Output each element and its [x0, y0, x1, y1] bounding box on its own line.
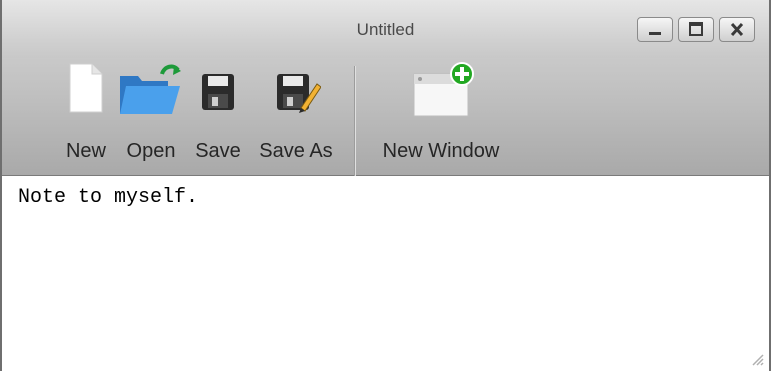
blank-document-icon	[69, 63, 103, 113]
new-window-label: New Window	[382, 140, 500, 162]
folder-open-icon	[120, 64, 181, 114]
new-label: New	[65, 140, 107, 162]
toolbar: New Open Save Save As New Window	[2, 58, 769, 176]
new-button[interactable]: New	[58, 58, 114, 175]
window-plus-icon	[413, 62, 474, 117]
toolbar-separator	[354, 66, 355, 176]
text-editor[interactable]: Note to myself.	[2, 176, 769, 371]
maximize-button[interactable]	[678, 17, 714, 42]
open-label: Open	[126, 140, 176, 162]
open-button[interactable]: Open	[118, 58, 184, 175]
title-bar[interactable]: Untitled	[2, 0, 769, 58]
save-label: Save	[195, 140, 241, 162]
save-as-label: Save As	[259, 140, 333, 162]
minimize-button[interactable]	[637, 17, 673, 42]
close-icon	[730, 22, 744, 37]
window-controls	[637, 17, 755, 42]
save-button[interactable]: Save	[190, 58, 246, 175]
new-window-button[interactable]: New Window	[368, 58, 514, 175]
maximize-icon	[689, 22, 703, 36]
minimize-icon	[649, 32, 661, 35]
close-button[interactable]	[719, 17, 755, 42]
editor-content[interactable]: Note to myself.	[18, 186, 198, 209]
floppy-disk-icon	[202, 74, 234, 110]
resize-grip-icon[interactable]	[749, 351, 765, 367]
save-as-button[interactable]: Save As	[254, 58, 338, 175]
notepad-window: Untitled New Open Save Save As New Windo…	[0, 0, 771, 371]
floppy-pencil-icon	[277, 74, 321, 113]
